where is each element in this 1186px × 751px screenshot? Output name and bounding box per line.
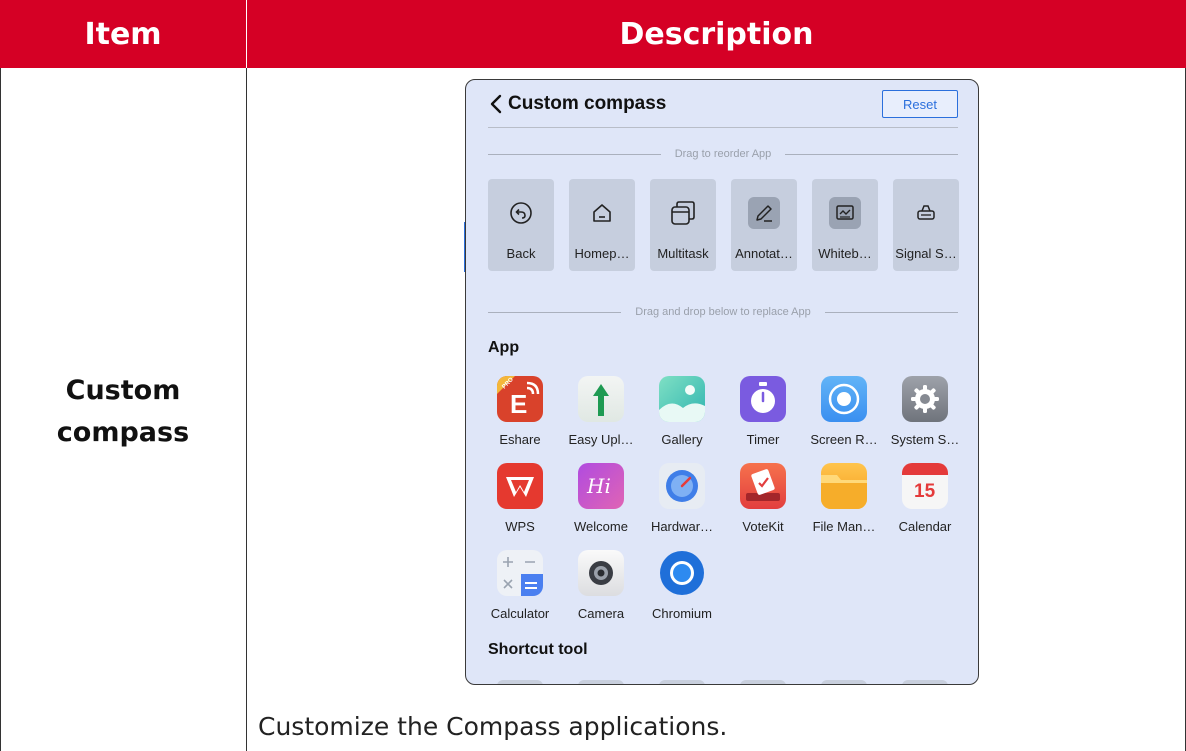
app-calendar[interactable]: 15 Calendar bbox=[885, 463, 965, 543]
reorder-hint-divider: Drag to reorder App bbox=[488, 146, 958, 162]
gallery-icon bbox=[659, 376, 705, 422]
app-gallery[interactable]: Gallery bbox=[642, 376, 722, 456]
app-label: System S… bbox=[890, 432, 960, 447]
timer-icon bbox=[740, 376, 786, 422]
app-label: Hardwar… bbox=[650, 519, 714, 534]
app-camera[interactable]: Camera bbox=[561, 550, 641, 630]
app-file-manager[interactable]: File Man… bbox=[804, 463, 884, 543]
folder-icon bbox=[821, 463, 867, 509]
app-label: Timer bbox=[746, 432, 780, 447]
back-chevron-icon[interactable] bbox=[488, 94, 504, 114]
app-label: Eshare bbox=[499, 432, 541, 447]
compass-slots: Back Homep… Multitask Annotat… Whiteb… S… bbox=[488, 179, 959, 271]
compass-slot-signal-source[interactable]: Signal S… bbox=[893, 179, 959, 271]
slot-label: Multitask bbox=[657, 246, 709, 261]
app-label: Welcome bbox=[574, 519, 628, 534]
screen-title: Custom compass bbox=[508, 93, 667, 114]
pen-icon bbox=[748, 197, 780, 229]
table-column-divider bbox=[246, 68, 247, 751]
votekit-icon bbox=[740, 463, 786, 509]
app-label: Screen R… bbox=[810, 432, 878, 447]
replace-hint-divider: Drag and drop below to replace App bbox=[488, 304, 959, 320]
screen-header: Custom compass Reset bbox=[466, 80, 978, 130]
slot-label: Whiteb… bbox=[818, 246, 872, 261]
welcome-glyph: Hi bbox=[586, 474, 611, 498]
shortcut-tile[interactable] bbox=[578, 680, 624, 684]
table-header-row: Item Description bbox=[0, 0, 1186, 68]
settings-gear-icon bbox=[902, 376, 948, 422]
calculator-icon bbox=[497, 550, 543, 596]
reset-button[interactable]: Reset bbox=[882, 90, 958, 118]
chromium-icon bbox=[659, 550, 705, 596]
app-section-title: App bbox=[488, 339, 520, 356]
header-description: Description bbox=[246, 0, 1186, 68]
app-timer[interactable]: Timer bbox=[723, 376, 803, 456]
screen-record-icon bbox=[821, 376, 867, 422]
app-easy-upload[interactable]: Easy Upl… bbox=[561, 376, 641, 456]
custom-compass-screen: Custom compass Reset Drag to reorder App… bbox=[465, 79, 979, 685]
welcome-icon: Hi bbox=[578, 463, 624, 509]
header-item: Item bbox=[84, 16, 162, 52]
row-item-label: Custom compass bbox=[56, 375, 190, 448]
app-label: Calculator bbox=[490, 606, 550, 621]
home-icon bbox=[586, 197, 618, 229]
svg-text:E: E bbox=[510, 389, 527, 419]
row-description-text: Customize the Compass applications. bbox=[258, 712, 728, 741]
shortcut-tile[interactable] bbox=[821, 680, 867, 684]
slot-label: Back bbox=[506, 246, 536, 261]
compass-slot-annotation[interactable]: Annotat… bbox=[731, 179, 797, 271]
app-chromium[interactable]: Chromium bbox=[642, 550, 722, 630]
header-divider bbox=[488, 127, 958, 128]
slot-label: Signal S… bbox=[895, 246, 957, 261]
shortcut-section-title: Shortcut tool bbox=[488, 641, 588, 658]
app-screen-record[interactable]: Screen R… bbox=[804, 376, 884, 456]
app-eshare[interactable]: PRO E Eshare bbox=[480, 376, 560, 456]
calendar-icon: 15 bbox=[902, 463, 948, 509]
slot-label: Homep… bbox=[574, 246, 630, 261]
signal-source-icon bbox=[910, 197, 942, 229]
shortcut-tile[interactable] bbox=[659, 680, 705, 684]
app-welcome[interactable]: Hi Welcome bbox=[561, 463, 641, 543]
shortcut-tile[interactable] bbox=[497, 680, 543, 684]
easy-upload-icon bbox=[578, 376, 624, 422]
hardware-icon bbox=[659, 463, 705, 509]
back-arrow-icon bbox=[505, 197, 537, 229]
app-label: WPS bbox=[505, 519, 535, 534]
eshare-icon: PRO E bbox=[497, 376, 543, 422]
app-label: Easy Upl… bbox=[568, 432, 634, 447]
shortcut-tile[interactable] bbox=[740, 680, 786, 684]
shortcut-tile[interactable] bbox=[902, 680, 948, 684]
compass-slot-multitask[interactable]: Multitask bbox=[650, 179, 716, 271]
multitask-icon bbox=[667, 197, 699, 229]
replace-hint: Drag and drop below to replace App bbox=[635, 306, 811, 318]
app-wps[interactable]: WPS bbox=[480, 463, 560, 543]
app-calculator[interactable]: Calculator bbox=[480, 550, 560, 630]
app-label: Camera bbox=[577, 606, 625, 621]
compass-slot-home[interactable]: Homep… bbox=[569, 179, 635, 271]
app-label: File Man… bbox=[812, 519, 876, 534]
app-label: Chromium bbox=[652, 606, 712, 621]
app-votekit[interactable]: VoteKit bbox=[723, 463, 803, 543]
app-label: Gallery bbox=[661, 432, 703, 447]
app-hardware[interactable]: Hardwar… bbox=[642, 463, 722, 543]
calendar-day: 15 bbox=[914, 481, 936, 502]
wps-icon bbox=[497, 463, 543, 509]
compass-slot-whiteboard[interactable]: Whiteb… bbox=[812, 179, 878, 271]
app-system-settings[interactable]: System S… bbox=[885, 376, 965, 456]
compass-slot-back[interactable]: Back bbox=[488, 179, 554, 271]
slot-label: Annotat… bbox=[735, 246, 793, 261]
reorder-hint: Drag to reorder App bbox=[674, 148, 772, 160]
whiteboard-icon bbox=[829, 197, 861, 229]
app-label: Calendar bbox=[898, 519, 952, 534]
camera-icon bbox=[578, 550, 624, 596]
app-label: VoteKit bbox=[742, 519, 784, 534]
